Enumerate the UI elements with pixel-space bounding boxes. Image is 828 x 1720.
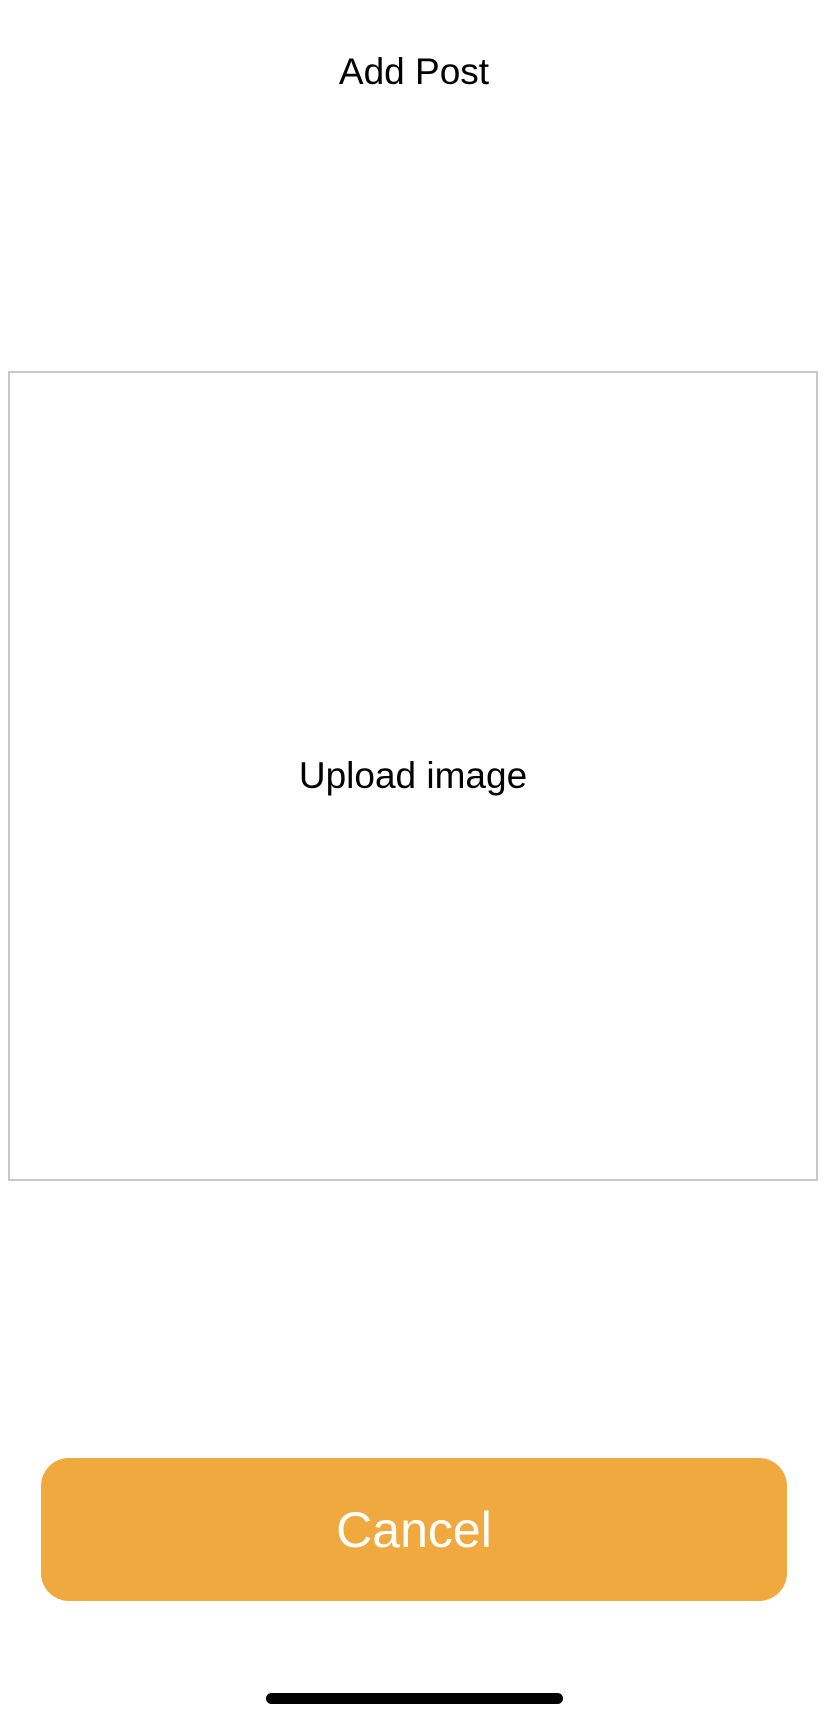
- page-title: Add Post: [338, 51, 490, 92]
- upload-image-label: Upload image: [298, 755, 528, 796]
- upload-image-area[interactable]: Upload image: [8, 371, 818, 1181]
- cancel-button[interactable]: Cancel: [41, 1458, 787, 1601]
- home-indicator: [266, 1693, 563, 1704]
